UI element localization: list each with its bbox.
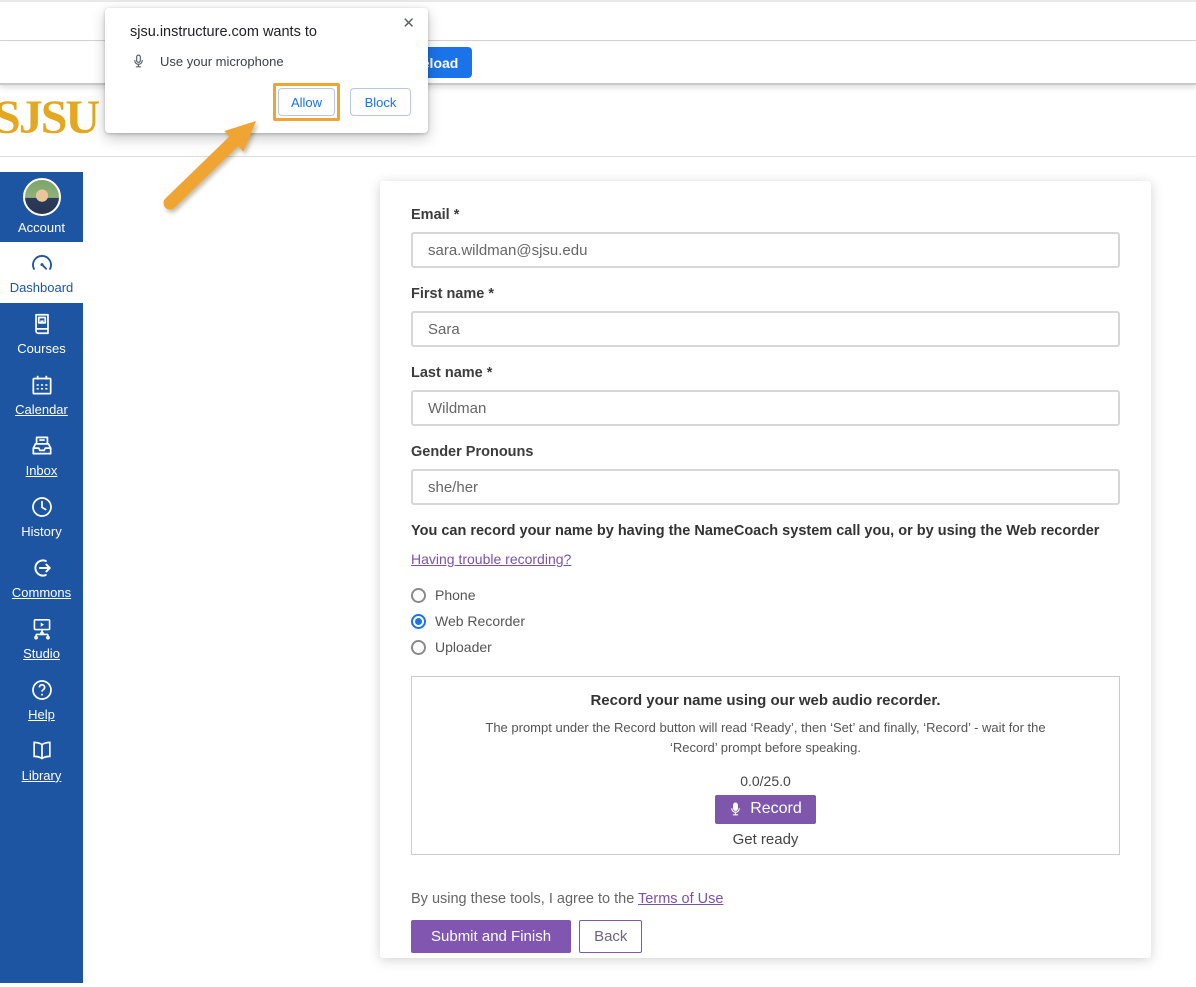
sidebar-item-label: Dashboard [10, 281, 74, 295]
sidebar-item-label: Commons [12, 586, 71, 600]
radio-web-recorder[interactable]: Web Recorder [411, 608, 1120, 634]
permission-origin: sjsu.instructure.com wants to [130, 24, 317, 40]
record-button[interactable]: Record [715, 795, 816, 824]
namecoach-form-card: Email * First name * Last name * Gender … [380, 181, 1151, 958]
recorder-status: Get ready [412, 831, 1119, 848]
radio-phone[interactable]: Phone [411, 582, 1120, 608]
user-avatar [23, 178, 61, 216]
sidebar-item-inbox[interactable]: Inbox [0, 425, 83, 486]
sjsu-logo[interactable]: SJSU [0, 90, 98, 145]
last-name-field[interactable] [411, 390, 1120, 426]
sidebar-item-label: History [21, 525, 61, 539]
sidebar-item-label: Courses [17, 342, 65, 356]
terms-agreement: By using these tools, I agree to the Ter… [411, 891, 1120, 907]
global-nav-sidebar: Account Dashboard Courses [0, 172, 83, 983]
pronouns-field[interactable] [411, 469, 1120, 505]
form-actions: Submit and Finish Back [411, 920, 1120, 953]
radio-circle [411, 640, 426, 655]
web-recorder-panel: Record your name using our web audio rec… [411, 676, 1120, 855]
radio-label: Uploader [435, 639, 492, 655]
sidebar-item-label: Help [28, 708, 55, 722]
radio-circle [411, 588, 426, 603]
commons-icon [29, 555, 55, 581]
email-field[interactable] [411, 232, 1120, 268]
sidebar-item-label: Calendar [15, 403, 68, 417]
trouble-recording-link[interactable]: Having trouble recording? [411, 551, 571, 567]
sidebar-item-label: Studio [23, 647, 60, 661]
screen: Reload SJSU Account Dashboard Co [0, 0, 1196, 987]
sidebar-item-history[interactable]: History [0, 486, 83, 547]
first-name-label: First name * [411, 286, 1120, 302]
recording-instruction: You can record your name by having the N… [411, 523, 1120, 539]
submit-and-finish-button[interactable]: Submit and Finish [411, 920, 571, 953]
sidebar-item-studio[interactable]: Studio [0, 608, 83, 669]
allow-highlight-box: Allow [273, 83, 340, 121]
record-button-label: Record [750, 800, 802, 818]
radio-label: Phone [435, 587, 475, 603]
terms-of-use-link[interactable]: Terms of Use [638, 891, 723, 907]
recorder-timer: 0.0/25.0 [412, 773, 1119, 789]
radio-uploader[interactable]: Uploader [411, 634, 1120, 660]
sidebar-item-label: Inbox [26, 464, 58, 478]
permission-row: Use your microphone [130, 53, 284, 70]
studio-icon [29, 616, 55, 642]
inbox-icon [29, 433, 55, 459]
first-name-field[interactable] [411, 311, 1120, 347]
allow-button[interactable]: Allow [278, 88, 335, 116]
sidebar-item-help[interactable]: Help [0, 669, 83, 730]
dashboard-icon [29, 250, 55, 276]
sidebar-item-account[interactable]: Account [0, 172, 83, 242]
radio-label: Web Recorder [435, 613, 525, 629]
last-name-label: Last name * [411, 365, 1120, 381]
sidebar-item-label: Library [22, 769, 62, 783]
pronouns-label: Gender Pronouns [411, 444, 1120, 460]
sidebar-item-calendar[interactable]: Calendar [0, 364, 83, 425]
sidebar-item-courses[interactable]: Courses [0, 303, 83, 364]
sidebar-item-library[interactable]: Library [0, 730, 83, 791]
email-label: Email * [411, 207, 1120, 223]
close-icon[interactable]: ✕ [400, 14, 417, 33]
recorder-instructions: The prompt under the Record button will … [483, 718, 1048, 758]
recorder-title: Record your name using our web audio rec… [412, 692, 1119, 709]
help-icon [29, 677, 55, 703]
library-icon [29, 738, 55, 764]
recording-method-group: Phone Web Recorder Uploader [411, 582, 1120, 660]
radio-circle [411, 614, 426, 629]
history-icon [29, 494, 55, 520]
courses-icon [29, 311, 55, 337]
sidebar-item-label: Account [18, 221, 65, 235]
microphone-icon [727, 801, 744, 818]
calendar-icon [29, 372, 55, 398]
sidebar-item-commons[interactable]: Commons [0, 547, 83, 608]
agreement-text: By using these tools, I agree to the [411, 891, 638, 907]
block-button[interactable]: Block [350, 88, 411, 116]
permission-text: Use your microphone [160, 54, 284, 69]
microphone-icon [130, 53, 147, 70]
back-button[interactable]: Back [579, 920, 642, 953]
sidebar-item-dashboard[interactable]: Dashboard [0, 242, 83, 303]
annotation-arrow [140, 105, 280, 220]
